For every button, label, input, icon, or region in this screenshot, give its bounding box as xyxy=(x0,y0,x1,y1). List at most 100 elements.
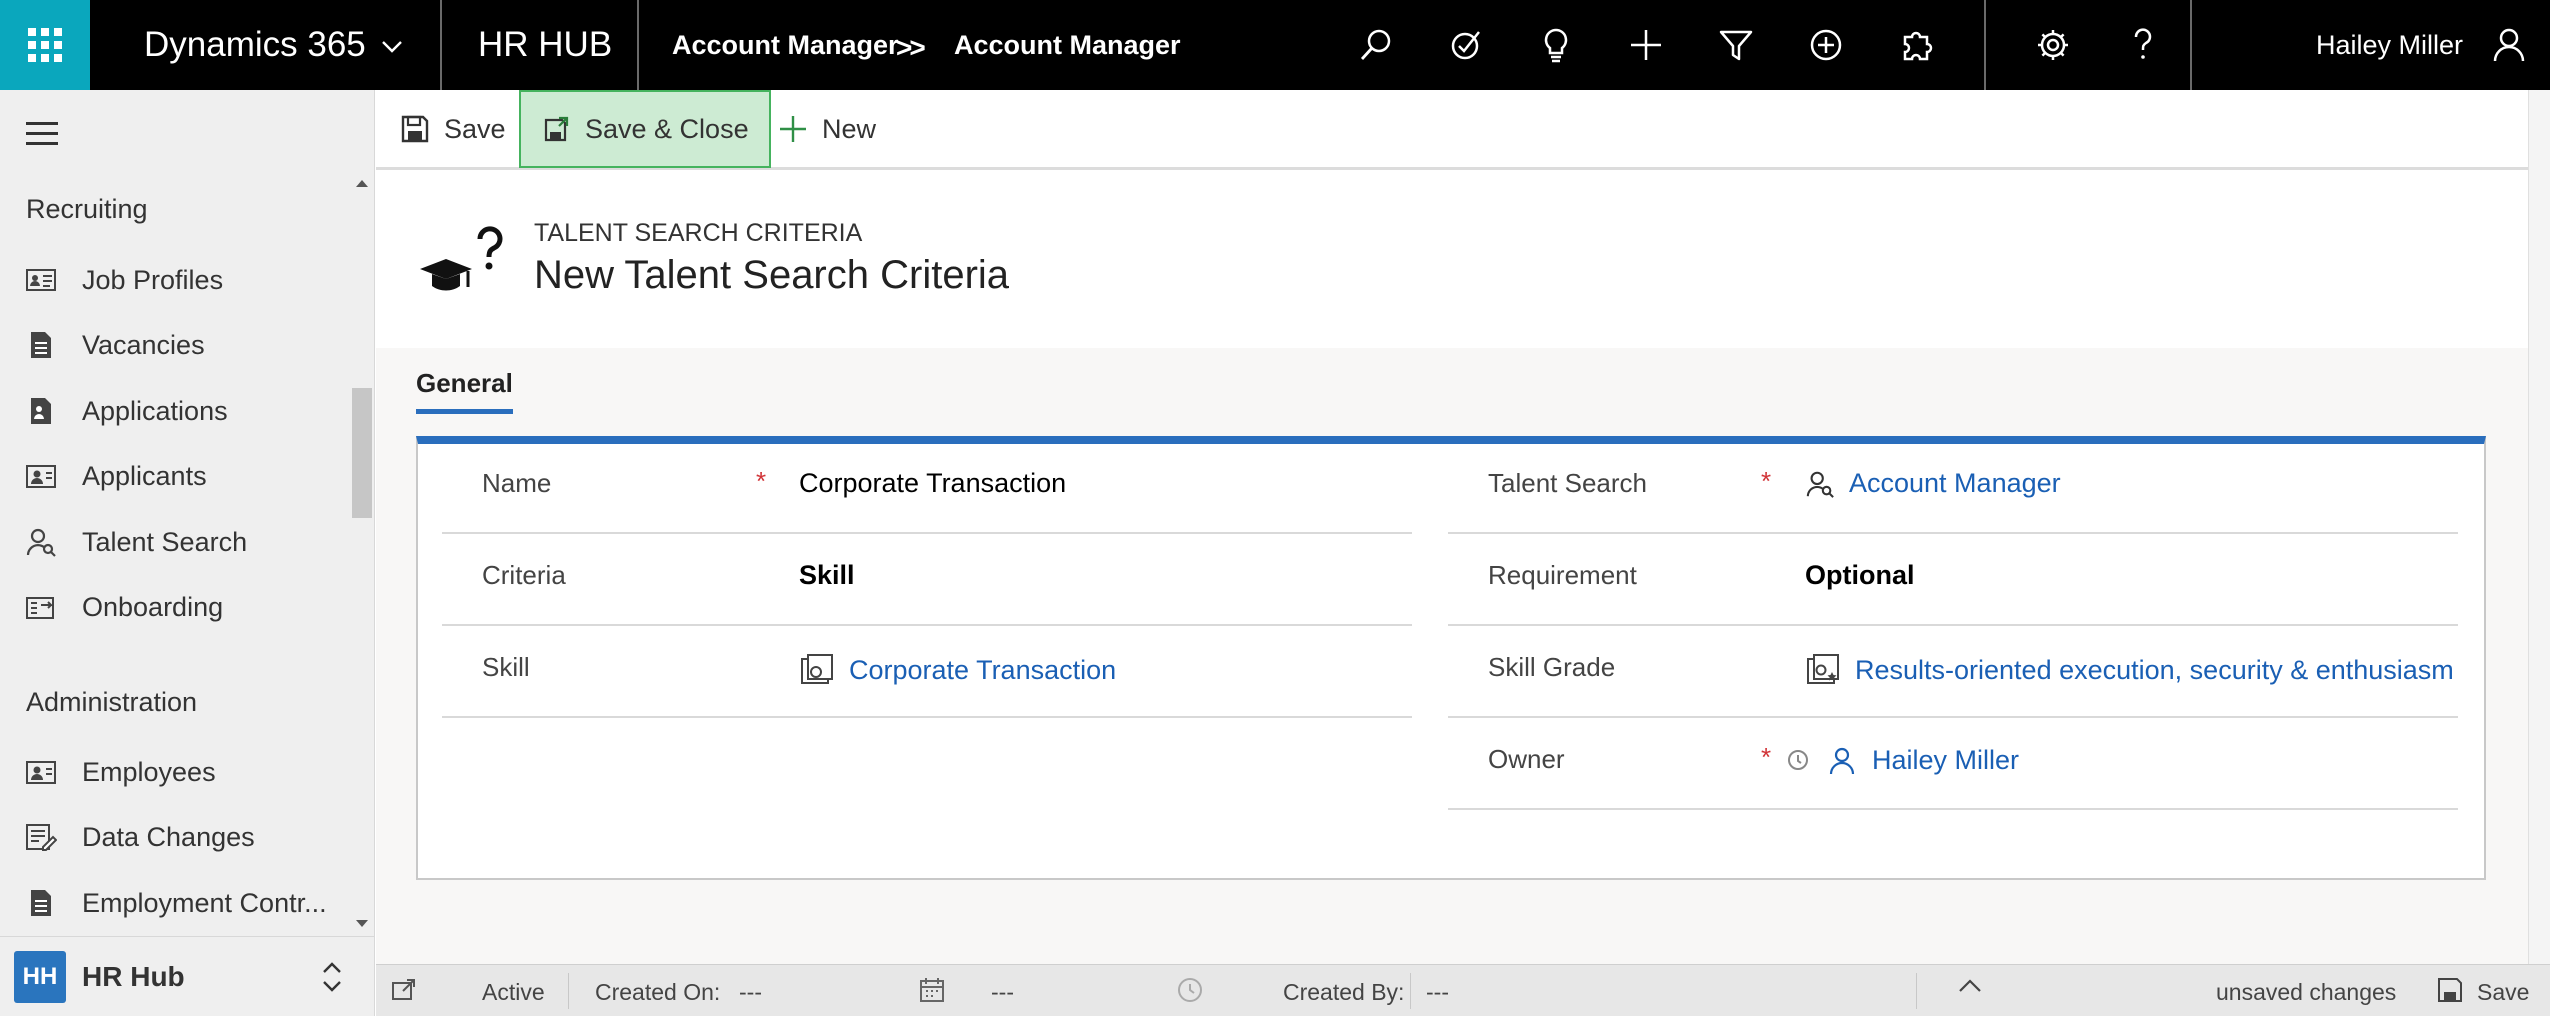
skill-grade-lookup[interactable]: Results-oriented execution, security & e… xyxy=(1805,652,2454,688)
divider xyxy=(1916,973,1917,1009)
time-value: --- xyxy=(991,979,1014,1005)
sidebar-item-label: Employment Contr... xyxy=(82,887,327,918)
user-name[interactable]: Hailey Miller xyxy=(2316,0,2463,90)
save-button[interactable]: Save xyxy=(400,90,506,168)
sidebar-item-onboarding[interactable]: Onboarding xyxy=(24,582,354,632)
area-label: HR Hub xyxy=(82,960,185,992)
page-scrollbar[interactable] xyxy=(2528,90,2550,964)
owner-lookup-text: Hailey Miller xyxy=(1872,744,2020,775)
user-icon[interactable] xyxy=(2486,22,2532,68)
talent-search-lookup[interactable]: Account Manager xyxy=(1805,468,2061,499)
plus-icon[interactable] xyxy=(1623,22,1669,68)
sidebar-item-label: Data Changes xyxy=(82,821,255,852)
sidebar-item-vacancies[interactable]: Vacancies xyxy=(24,320,354,370)
add-circle-icon[interactable] xyxy=(1803,22,1849,68)
entity-name: TALENT SEARCH CRITERIA xyxy=(534,219,863,247)
skill-grade-lookup-text: Results-oriented execution, security & e… xyxy=(1855,654,2454,685)
record-header: TALENT SEARCH CRITERIA New Talent Search… xyxy=(376,173,2528,348)
sidebar-item-employment-contracts[interactable]: Employment Contr... xyxy=(24,878,354,928)
status-info-icon xyxy=(1788,750,1808,770)
sidebar-item-employees[interactable]: Employees xyxy=(24,747,354,797)
name-value[interactable]: Corporate Transaction xyxy=(799,468,1066,499)
form-section: Name * Corporate Transaction Criteria Sk… xyxy=(416,436,2486,880)
owner-field[interactable]: Owner * Hailey Miller xyxy=(1448,720,2458,810)
sidebar-item-data-changes[interactable]: Data Changes xyxy=(24,812,354,862)
app-name[interactable]: Dynamics 365 xyxy=(144,0,366,90)
data-changes-icon xyxy=(24,820,58,854)
talent-search-field[interactable]: Talent Search * Account Manager xyxy=(1448,444,2458,534)
hub-name[interactable]: HR HUB xyxy=(478,0,612,90)
created-on-label: Created On: xyxy=(595,979,721,1005)
onboarding-icon xyxy=(24,590,58,624)
field-label: Criteria xyxy=(482,560,566,590)
save-label: Save xyxy=(444,113,506,144)
breadcrumb-item[interactable]: Account Manager xyxy=(954,0,1181,90)
search-icon[interactable] xyxy=(1353,22,1399,68)
help-icon[interactable] xyxy=(2120,22,2166,68)
talent-search-icon xyxy=(1806,471,1834,498)
save-and-close-button[interactable]: Save & Close xyxy=(519,90,771,168)
command-bar: Save Save & Close New xyxy=(376,90,2528,170)
record-status: Active xyxy=(482,979,545,1005)
save-and-close-label: Save & Close xyxy=(585,113,749,144)
sidebar-item-applications[interactable]: Applications xyxy=(24,386,354,436)
name-field[interactable]: Name * Corporate Transaction xyxy=(442,444,1412,534)
scroll-up-arrow-icon[interactable] xyxy=(356,180,368,187)
chevron-down-icon[interactable] xyxy=(380,34,404,58)
area-avatar: HH xyxy=(14,950,66,1003)
sidebar-item-label: Employees xyxy=(82,756,216,787)
divider xyxy=(440,0,442,90)
save-icon xyxy=(401,115,429,143)
app-launcher-button[interactable] xyxy=(0,0,90,90)
settings-icon[interactable] xyxy=(2030,22,2076,68)
field-label: Skill xyxy=(482,652,530,682)
scroll-down-arrow-icon[interactable] xyxy=(356,920,368,927)
skill-lookup[interactable]: Corporate Transaction xyxy=(799,652,1116,688)
chevron-up-down-icon xyxy=(323,962,341,992)
form-area: General Name * Corporate Transaction Cri… xyxy=(376,348,2528,964)
tab-general[interactable]: General xyxy=(416,368,513,414)
divider xyxy=(1984,0,1986,90)
created-on-value: --- xyxy=(739,979,762,1005)
required-indicator: * xyxy=(1761,742,1772,772)
page-title: New Talent Search Criteria xyxy=(534,253,1010,297)
talent-search-lookup-text: Account Manager xyxy=(1849,468,2061,498)
sidebar-scrollbar-thumb[interactable] xyxy=(352,388,372,518)
puzzle-icon[interactable] xyxy=(1893,22,1939,68)
sidebar-item-job-profiles[interactable]: Job Profiles xyxy=(24,255,354,305)
contact-card-icon xyxy=(24,755,58,789)
breadcrumb-separator: >> xyxy=(896,32,926,63)
skill-field[interactable]: Skill Corporate Transaction xyxy=(442,628,1412,718)
skill-grade-icon xyxy=(1807,654,1839,684)
lightbulb-icon[interactable] xyxy=(1533,22,1579,68)
divider xyxy=(568,973,569,1009)
area-switcher[interactable]: HH HR Hub xyxy=(0,936,374,1016)
hamburger-menu-icon[interactable] xyxy=(26,122,58,145)
requirement-value[interactable]: Optional xyxy=(1805,560,1915,591)
sidebar-item-applicants[interactable]: Applicants xyxy=(24,451,354,501)
skill-grade-field[interactable]: Skill Grade Results-oriented execution, … xyxy=(1448,628,2458,718)
waffle-icon xyxy=(28,28,62,62)
filter-icon[interactable] xyxy=(1713,22,1759,68)
sidebar-item-talent-search[interactable]: Talent Search xyxy=(24,517,354,567)
task-icon[interactable] xyxy=(1443,22,1489,68)
criteria-value[interactable]: Skill xyxy=(799,560,855,591)
clock-icon[interactable] xyxy=(1176,976,1204,1010)
open-in-new-window-icon[interactable] xyxy=(390,976,418,1010)
new-button[interactable]: New xyxy=(778,90,876,168)
sidebar-item-label: Applications xyxy=(82,395,228,426)
application-icon xyxy=(24,394,58,428)
requirement-field[interactable]: Requirement Optional xyxy=(1448,536,2458,626)
chevron-up-icon[interactable] xyxy=(1956,973,1984,1007)
breadcrumb-item[interactable]: Account Manager xyxy=(672,0,899,90)
save-icon[interactable] xyxy=(2436,976,2464,1010)
divider xyxy=(637,0,639,90)
user-icon xyxy=(1829,747,1855,775)
calendar-icon[interactable] xyxy=(918,976,946,1010)
owner-lookup[interactable]: Hailey Miller xyxy=(1826,744,2019,776)
footer-save-button[interactable]: Save xyxy=(2477,979,2529,1006)
criteria-field[interactable]: Criteria Skill xyxy=(442,536,1412,626)
document-icon xyxy=(24,886,58,920)
skill-lookup-text: Corporate Transaction xyxy=(849,654,1117,685)
sidebar-item-label: Vacancies xyxy=(82,329,205,360)
